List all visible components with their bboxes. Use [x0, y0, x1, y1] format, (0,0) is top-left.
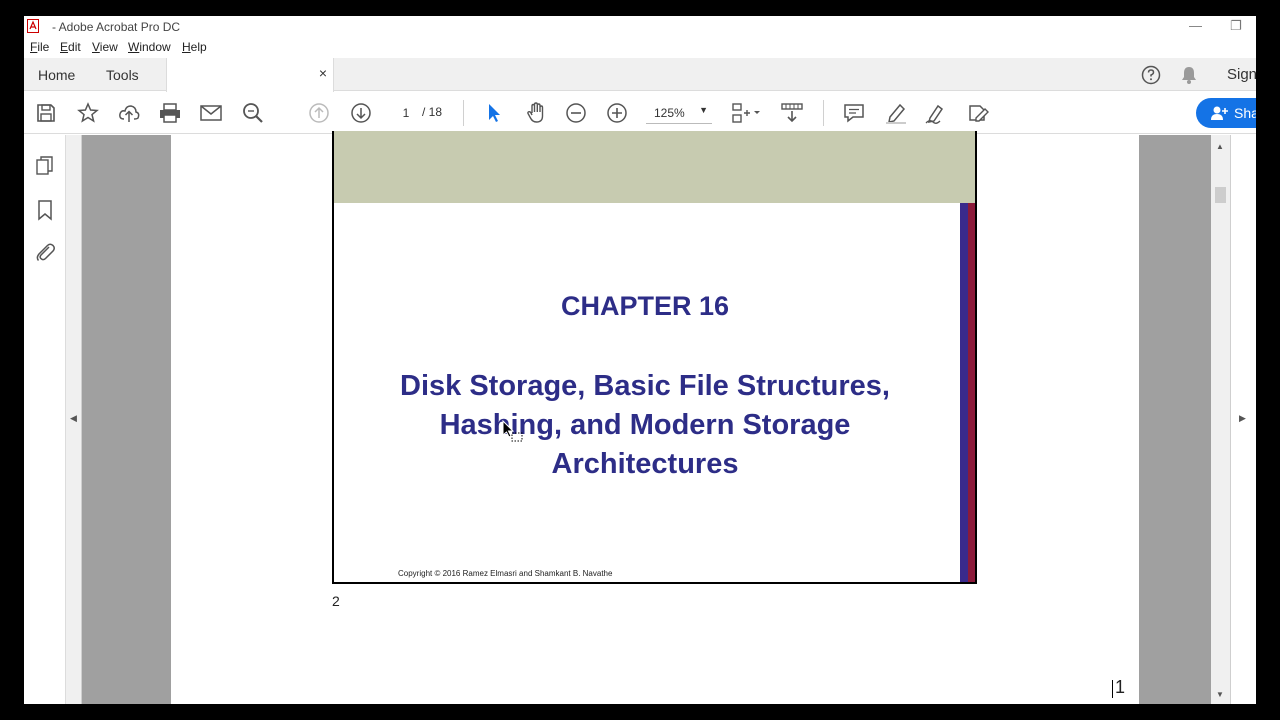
tab-document[interactable]: ×: [166, 58, 334, 92]
copyright-notice: Copyright © 2016 Ramez Elmasri and Shamk…: [398, 569, 613, 578]
notifications-bell-icon[interactable]: [1180, 65, 1198, 85]
sign-in-link[interactable]: Sign: [1227, 66, 1256, 83]
hand-tool-icon[interactable]: [524, 101, 548, 125]
document-area: ◀ CHAPTER 16 Disk Storage, Basic File St…: [66, 131, 1256, 704]
page-corner-number: 1: [1111, 677, 1126, 698]
scrollbar-thumb[interactable]: [1215, 187, 1226, 203]
menu-window[interactable]: Window: [128, 40, 171, 54]
fill-sign-icon[interactable]: [924, 101, 948, 125]
close-tab-icon[interactable]: ×: [319, 65, 327, 81]
more-tools-icon[interactable]: [966, 101, 990, 125]
add-user-icon: [1211, 106, 1228, 120]
zoom-out-icon[interactable]: [564, 101, 588, 125]
page-thumbnails-icon[interactable]: [34, 155, 56, 177]
save-icon[interactable]: [34, 101, 58, 125]
email-icon[interactable]: [199, 101, 223, 125]
slide-number: 2: [332, 593, 340, 609]
previous-page-icon[interactable]: [307, 101, 331, 125]
tab-bar: Home Tools × Sign: [24, 58, 1256, 92]
slide: CHAPTER 16 Disk Storage, Basic File Stru…: [332, 131, 977, 584]
left-pane-toggle[interactable]: ◀: [66, 135, 82, 704]
next-page-icon[interactable]: [349, 101, 373, 125]
bookmarks-icon[interactable]: [34, 199, 56, 221]
collapse-left-icon: ◀: [70, 413, 77, 423]
upload-cloud-icon[interactable]: [117, 101, 141, 125]
scroll-down-icon[interactable]: ▼: [1216, 690, 1224, 699]
slide-title-line: Disk Storage, Basic File Structures,: [400, 370, 890, 402]
print-icon[interactable]: [158, 101, 182, 125]
zoom-level-select[interactable]: 125% ▼: [646, 104, 712, 124]
menu-help[interactable]: Help: [182, 40, 207, 54]
attachments-paperclip-icon[interactable]: [34, 241, 56, 263]
acrobat-app-icon: [27, 19, 39, 33]
tab-home[interactable]: Home: [38, 67, 75, 83]
right-pane-toggle[interactable]: ▶: [1230, 135, 1256, 704]
minimize-button[interactable]: —: [1189, 18, 1202, 33]
scroll-mode-icon[interactable]: [780, 101, 804, 125]
navigation-pane: [24, 135, 66, 704]
slide-accent-bar: [960, 203, 968, 582]
slide-title: Disk Storage, Basic File Structures, Has…: [334, 367, 956, 484]
slide-title-line: Hashing, and Modern Storage: [439, 409, 851, 441]
comment-icon[interactable]: [842, 101, 866, 125]
title-bar: - Adobe Acrobat Pro DC — ❐: [24, 16, 1256, 38]
slide-accent-bar: [968, 203, 975, 582]
toolbar-divider: [823, 100, 824, 126]
mouse-pointer-icon: [502, 420, 523, 442]
toolbar: / 18 125% ▼: [24, 92, 1256, 134]
menu-bar: File Edit View Window Help: [24, 38, 1256, 58]
tab-tools[interactable]: Tools: [106, 67, 139, 83]
vertical-scrollbar[interactable]: ▲ ▼: [1211, 135, 1230, 704]
chevron-down-icon: ▼: [699, 105, 708, 115]
search-icon[interactable]: [241, 101, 265, 125]
toolbar-divider: [463, 100, 464, 126]
restore-button[interactable]: ❐: [1230, 18, 1242, 34]
help-icon[interactable]: [1141, 65, 1161, 85]
scroll-up-icon[interactable]: ▲: [1216, 142, 1224, 151]
menu-edit[interactable]: Edit: [60, 40, 81, 54]
page-display-icon[interactable]: [730, 101, 762, 125]
select-cursor-icon[interactable]: [482, 101, 506, 125]
zoom-in-icon[interactable]: [605, 101, 629, 125]
menu-file[interactable]: File: [30, 40, 49, 54]
chapter-heading: CHAPTER 16: [560, 291, 730, 321]
bookmark-star-icon[interactable]: [76, 101, 100, 125]
expand-right-icon: ▶: [1239, 413, 1246, 423]
pdf-page: CHAPTER 16 Disk Storage, Basic File Stru…: [171, 131, 1139, 704]
acrobat-window: - Adobe Acrobat Pro DC — ❐ File Edit Vie…: [24, 16, 1256, 704]
menu-view[interactable]: View: [92, 40, 118, 54]
share-button-label: Share: [1234, 105, 1256, 121]
slide-header-band: [334, 131, 975, 203]
slide-title-line: Architectures: [551, 448, 739, 480]
share-button[interactable]: Share: [1196, 98, 1256, 128]
window-title: - Adobe Acrobat Pro DC: [52, 20, 181, 34]
page-total: / 18: [422, 105, 443, 119]
page-number-input[interactable]: [392, 104, 420, 122]
zoom-level-value: 125%: [654, 106, 685, 120]
highlight-pen-icon[interactable]: [884, 101, 908, 125]
